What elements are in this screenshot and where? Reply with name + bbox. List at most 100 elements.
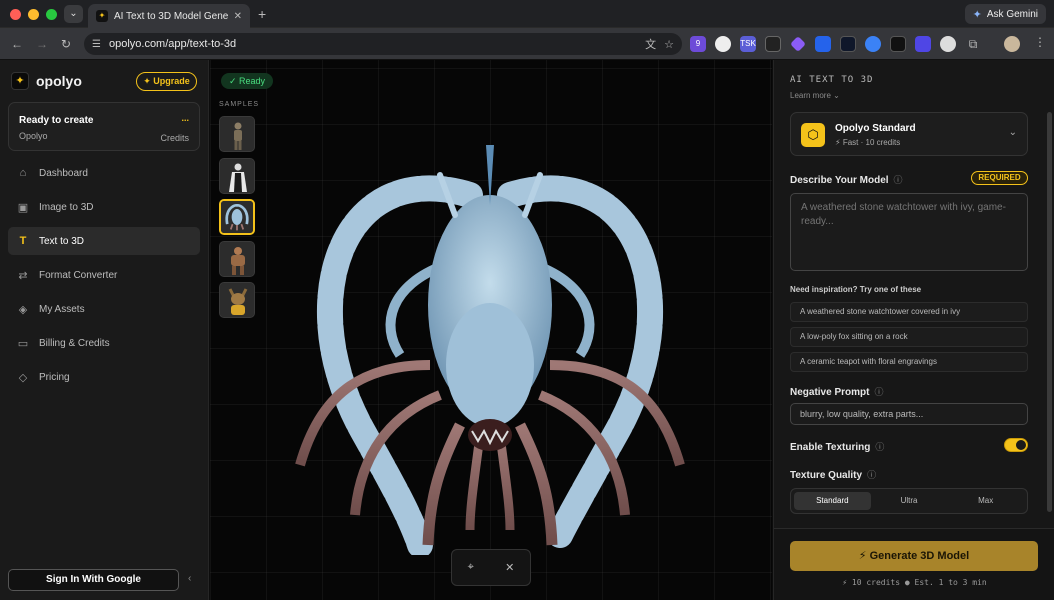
texture-quality-selector: Standard Ultra Max — [790, 488, 1028, 514]
sample-thumbnail[interactable] — [219, 282, 255, 318]
text-icon: T — [19, 235, 27, 247]
layers-icon: ◈ — [18, 303, 28, 316]
sample-thumbnail-selected[interactable] — [219, 199, 255, 235]
describe-input[interactable] — [790, 193, 1028, 271]
warrior-figure-icon — [220, 242, 254, 276]
extension-icon[interactable] — [865, 36, 881, 52]
image-icon: ▣ — [17, 201, 29, 214]
negative-prompt-input[interactable] — [790, 403, 1028, 425]
generate-button[interactable]: ⚡ Generate 3D Model — [790, 541, 1038, 571]
status-card: Ready to create Opolyo ... Credits — [8, 102, 200, 151]
credits-label: Credits — [160, 133, 189, 143]
card-icon: ▭ — [17, 337, 29, 350]
recenter-icon[interactable]: ⌖ — [468, 561, 474, 574]
texturing-label: Enable Texturing ⓘ — [790, 440, 884, 453]
tab-close-icon[interactable]: ✕ — [234, 11, 242, 22]
url-text[interactable]: opolyo.com/app/text-to-3d — [109, 38, 637, 50]
sidebar-nav: ⌂ Dashboard ▣ Image to 3D T Text to 3D ⇄ For… — [8, 159, 200, 397]
robed-figure-icon — [220, 159, 254, 193]
3d-viewport[interactable]: ✓ Ready SAMPLES ⌖ ✕ — [210, 60, 772, 600]
info-icon[interactable]: ⓘ — [867, 470, 876, 480]
browser-menu-icon[interactable]: ⋮ — [1034, 35, 1046, 49]
sidebar-item-label: Text to 3D — [39, 235, 85, 247]
extension-icon[interactable] — [715, 36, 731, 52]
panel-scrollbar[interactable] — [1047, 112, 1052, 512]
site-settings-icon[interactable]: ☰ — [92, 39, 101, 50]
logo-text: opolyo — [36, 73, 82, 89]
window-controls — [10, 9, 57, 20]
sidebar-item-image-to-3d[interactable]: ▣ Image to 3D — [8, 193, 200, 221]
panel-footer: ⚡ Generate 3D Model ⚡ 10 credits ● Est. … — [774, 528, 1054, 600]
learn-more-link[interactable]: Learn more ⌄ — [790, 91, 840, 100]
tab-search-button[interactable]: ⌄ — [64, 5, 83, 23]
info-icon[interactable]: ⓘ — [894, 175, 903, 185]
creature-figure-icon — [221, 201, 253, 233]
sidebar-item-label: My Assets — [39, 303, 85, 315]
soldier-figure-icon — [220, 117, 254, 151]
lightning-icon: ⚡ — [858, 550, 870, 562]
quality-option-standard[interactable]: Standard — [794, 492, 871, 510]
extension-icon[interactable] — [840, 36, 856, 52]
inspiration-chip[interactable]: A low-poly fox sitting on a rock — [790, 327, 1028, 347]
new-tab-button[interactable]: + — [258, 6, 266, 22]
back-arrow-icon[interactable]: ← — [11, 37, 23, 51]
swap-icon: ⇄ — [18, 269, 28, 282]
sample-thumbnail[interactable] — [219, 116, 255, 152]
sample-thumbnail[interactable] — [219, 241, 255, 277]
status-title: Ready to create — [19, 115, 94, 126]
sidebar-item-text-to-3d[interactable]: T Text to 3D — [8, 227, 200, 255]
extension-icon[interactable] — [765, 36, 781, 52]
sidebar-item-format-converter[interactable]: ⇄ Format Converter — [8, 261, 200, 289]
quality-option-ultra[interactable]: Ultra — [871, 492, 948, 510]
address-bar[interactable]: ☰ opolyo.com/app/text-to-3d 文 ☆ — [84, 33, 682, 55]
maximize-window-button[interactable] — [46, 9, 57, 20]
sidebar-item-label: Dashboard — [39, 167, 88, 179]
browser-toolbar: ← → ↻ ☰ opolyo.com/app/text-to-3d 文 ☆ 9 … — [0, 28, 1054, 60]
minimize-window-button[interactable] — [28, 9, 39, 20]
info-icon[interactable]: ⓘ — [874, 387, 883, 397]
model-selector[interactable]: ⬡ Opolyo Standard ⚡ Fast · 10 credits ⌄ — [790, 112, 1028, 156]
generation-panel: AI TEXT TO 3D Learn more ⌄ ⬡ Opolyo Stan… — [773, 60, 1054, 600]
toggle-knob — [1016, 440, 1026, 450]
translate-icon[interactable]: 文 — [645, 36, 656, 52]
creature-3d-model — [295, 145, 685, 555]
tab-title: AI Text to 3D Model Generato — [114, 10, 228, 22]
sidebar-item-label: Format Converter — [39, 269, 118, 281]
extension-icon[interactable] — [940, 36, 956, 52]
info-icon[interactable]: ⓘ — [875, 442, 884, 452]
inspiration-chip[interactable]: A weathered stone watchtower covered in … — [790, 302, 1028, 322]
close-window-button[interactable] — [10, 9, 21, 20]
inspiration-chip[interactable]: A ceramic teapot with floral engravings — [790, 352, 1028, 372]
sidebar-item-billing[interactable]: ▭ Billing & Credits — [8, 329, 200, 357]
extensions-puzzle-icon[interactable]: ⧉ — [965, 36, 981, 52]
sign-in-google-button[interactable]: Sign In With Google — [8, 569, 179, 591]
sidebar-item-my-assets[interactable]: ◈ My Assets — [8, 295, 200, 323]
sample-thumbnail[interactable] — [219, 158, 255, 194]
extension-icon[interactable]: 9 — [690, 36, 706, 52]
bookmark-star-icon[interactable]: ☆ — [664, 38, 674, 51]
sidebar-item-dashboard[interactable]: ⌂ Dashboard — [8, 159, 200, 187]
close-viewer-icon[interactable]: ✕ — [505, 561, 514, 574]
model-name: Opolyo Standard — [835, 123, 916, 134]
extension-icon[interactable] — [890, 36, 906, 52]
sidebar-item-pricing[interactable]: ◇ Pricing — [8, 363, 200, 391]
app-window: ⌄ ✦ AI Text to 3D Model Generato ✕ + ✦ A… — [0, 0, 1054, 600]
extension-icon[interactable] — [815, 36, 831, 52]
quality-option-max[interactable]: Max — [947, 492, 1024, 510]
logo[interactable]: ✦ opolyo — [11, 72, 82, 90]
reload-icon[interactable]: ↻ — [61, 37, 71, 51]
credits-value: ... — [181, 113, 189, 123]
browser-tab-bar: ⌄ ✦ AI Text to 3D Model Generato ✕ + ✦ A… — [0, 0, 1054, 28]
texturing-toggle[interactable] — [1004, 438, 1028, 452]
extension-icon[interactable] — [790, 36, 806, 52]
inspiration-label: Need inspiration? Try one of these — [790, 285, 922, 294]
ask-gemini-button[interactable]: ✦ Ask Gemini — [964, 4, 1046, 24]
upgrade-button[interactable]: ✦ Upgrade — [136, 72, 197, 91]
extension-icon[interactable]: TSK — [740, 36, 756, 52]
browser-tab[interactable]: ✦ AI Text to 3D Model Generato ✕ — [88, 4, 250, 28]
forward-arrow-icon[interactable]: → — [36, 37, 48, 51]
describe-label: Describe Your Model ⓘ — [790, 173, 903, 186]
extension-icon[interactable] — [915, 36, 931, 52]
profile-avatar[interactable] — [1004, 36, 1020, 52]
collapse-sidebar-icon[interactable]: ‹ — [188, 573, 191, 584]
